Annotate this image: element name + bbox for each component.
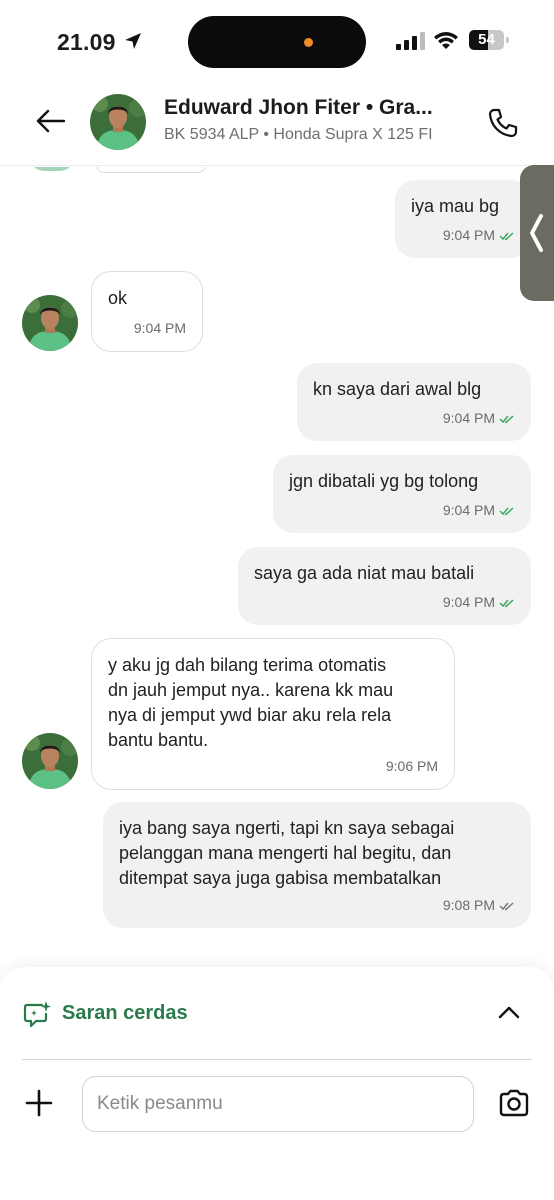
dynamic-island [188, 16, 366, 68]
message-meta: 9:04 PM [443, 498, 515, 523]
double-check-icon [499, 598, 514, 607]
contact-name[interactable]: Eduward Jhon Fiter • Gra... [164, 96, 464, 120]
outgoing-message[interactable]: iya bang saya ngerti, tapi kn saya sebag… [103, 802, 531, 928]
message-time: 9:04 PM [442, 594, 495, 610]
message-text: ok [108, 288, 128, 308]
side-panel-handle[interactable] [520, 165, 554, 301]
message-text: saya ga ada niat mau batali [254, 563, 475, 583]
arrow-left-icon[interactable] [34, 104, 68, 138]
message-list[interactable]: iya mau bg 9:04 PM ok 9:04 PM kn saya da… [0, 167, 554, 967]
outgoing-message[interactable]: iya mau bg 9:04 PM [395, 180, 531, 258]
message-input[interactable] [82, 1076, 474, 1132]
message-meta: 9:04 PM [443, 406, 515, 431]
double-check-icon [499, 414, 514, 423]
phone-icon[interactable] [486, 106, 520, 140]
sparkle-chat-icon [23, 1001, 51, 1028]
status-bar: 21.09 54 [0, 0, 554, 80]
message-time: 9:04 PM [442, 410, 495, 426]
battery-percentage: 54 [478, 31, 495, 48]
vehicle-info: BK 5934 ALP • Honda Supra X 125 FI [164, 126, 433, 143]
message-text: y aku jg dah bilang terima otomatis dn j… [108, 655, 394, 750]
camera-icon[interactable] [497, 1088, 531, 1118]
chevron-up-icon[interactable] [496, 1002, 522, 1022]
smart-suggestions-label[interactable]: Saran cerdas [62, 1002, 188, 1025]
outgoing-message[interactable]: saya ga ada niat mau batali 9:04 PM [238, 547, 531, 625]
message-time: 9:04 PM [442, 502, 495, 518]
message-time: 9:06 PM [385, 758, 438, 774]
outgoing-message[interactable]: jgn dibatali yg bg tolong 9:04 PM [273, 455, 531, 533]
double-check-icon [499, 901, 514, 910]
battery-indicator: 54 [469, 30, 509, 50]
message-text: iya mau bg [411, 196, 500, 216]
message-text: iya bang saya ngerti, tapi kn saya sebag… [119, 818, 455, 888]
double-check-icon [499, 231, 514, 240]
divider [22, 1059, 532, 1060]
message-text: kn saya dari awal blg [313, 379, 482, 399]
incoming-message[interactable]: y aku jg dah bilang terima otomatis dn j… [91, 638, 455, 790]
message-time: 9:08 PM [442, 897, 495, 913]
avatar[interactable] [22, 733, 78, 789]
message-time: 9:04 PM [133, 320, 186, 336]
message-meta: 9:08 PM [443, 893, 515, 918]
message-meta: 9:06 PM [386, 754, 438, 779]
composer-panel: Saran cerdas [0, 967, 554, 1200]
message-bubble-partial [96, 167, 206, 173]
double-check-icon [499, 506, 514, 515]
message-text: jgn dibatali yg bg tolong [289, 471, 479, 491]
avatar [30, 167, 74, 171]
incoming-message[interactable]: ok 9:04 PM [91, 271, 203, 352]
avatar[interactable] [90, 94, 146, 150]
status-time: 21.09 [57, 29, 116, 55]
message-meta: 9:04 PM [134, 316, 186, 341]
location-arrow-icon [125, 33, 141, 49]
cellular-signal-icon [396, 32, 425, 50]
wifi-icon [434, 32, 458, 49]
plus-icon[interactable] [24, 1088, 54, 1118]
message-time: 9:04 PM [442, 227, 495, 243]
chat-header: Eduward Jhon Fiter • Gra... BK 5934 ALP … [0, 80, 554, 166]
avatar[interactable] [22, 295, 78, 351]
recording-indicator [304, 38, 313, 47]
message-meta: 9:04 PM [443, 590, 515, 615]
outgoing-message[interactable]: kn saya dari awal blg 9:04 PM [297, 363, 531, 441]
chevron-left-icon [530, 214, 543, 252]
message-meta: 9:04 PM [443, 223, 515, 248]
